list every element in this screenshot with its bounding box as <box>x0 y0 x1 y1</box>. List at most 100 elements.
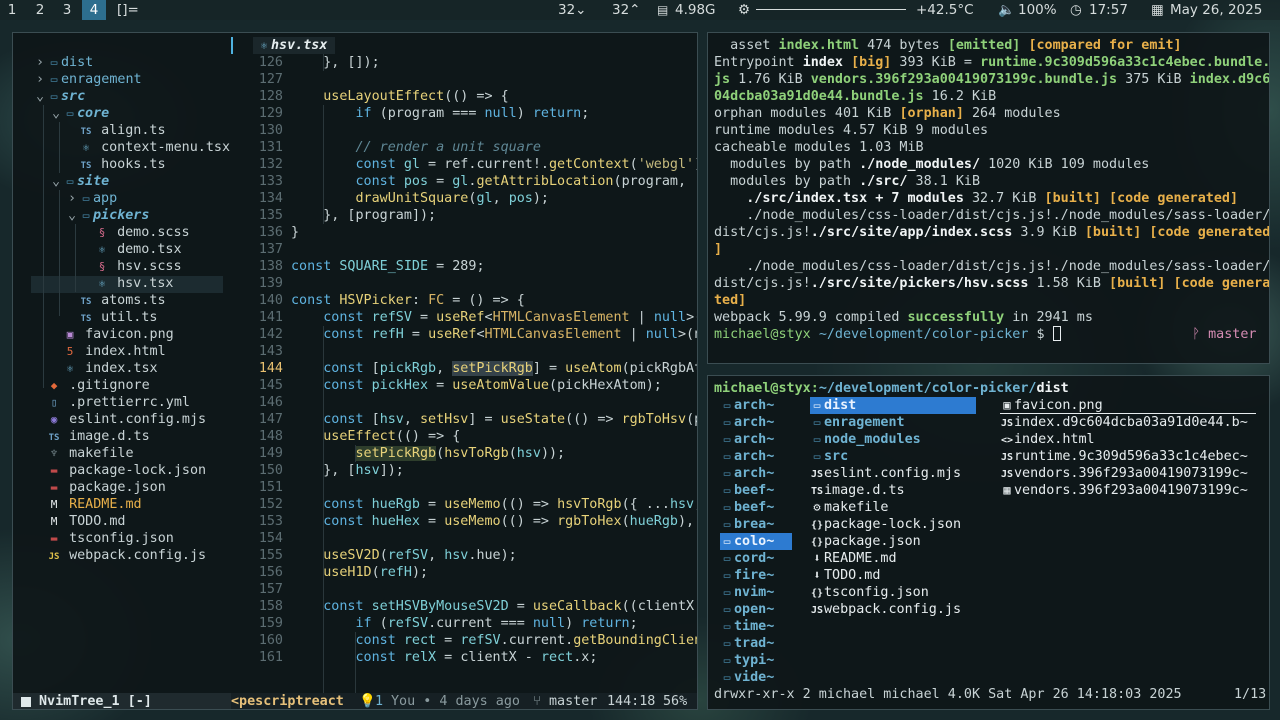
nvim-tree[interactable]: › ▭ dist › ▭ enragement ⌄ ▭ src ⌄ ▭ core TS align.ts… <box>13 33 231 693</box>
code-line[interactable]: // render a unit square <box>291 139 540 156</box>
code-line[interactable]: const [hsv, setHsv] = useState(() => rgb… <box>291 411 697 428</box>
code-line[interactable]: const pos = gl.getAttribLocation(program… <box>291 173 698 190</box>
lf-parent-dir-item[interactable]: ▭ brea~ <box>720 516 792 533</box>
lf-file-item[interactable]: JSeslint.config.mjs <box>810 465 976 482</box>
tree-file-item[interactable]: ▯ .prettierrc.yml <box>33 394 190 411</box>
tree-file-item[interactable]: ⚛ context-menu.tsx <box>65 139 230 156</box>
tree-file-item[interactable]: ⚛ index.tsx <box>49 360 158 377</box>
lf-file-item[interactable]: TSimage.d.ts <box>810 482 976 499</box>
tree-dir-pickers[interactable]: ⌄ ▭ pickers <box>65 207 149 224</box>
lf-preview-item[interactable]: JSvendors.396f293a00419073199c~ <box>1000 465 1248 482</box>
lf-preview-item[interactable]: JSruntime.9c309d596a33c1c4ebec~ <box>1000 448 1248 465</box>
tree-dir-app[interactable]: › ▭ app <box>65 190 117 207</box>
tree-dir-site[interactable]: ⌄ ▭ site <box>49 173 109 190</box>
code-line[interactable]: }, [hsv]); <box>291 462 404 479</box>
lf-preview-item[interactable]: ▦ vendors.396f293a00419073199c~ <box>1000 482 1247 499</box>
workspace-1[interactable]: 1 <box>0 0 24 20</box>
tab-hsv-tsx[interactable]: ⚛ hsv.tsx <box>253 37 336 54</box>
lf-dir-item[interactable]: ▭ enragement <box>810 414 976 431</box>
tree-file-item[interactable]: TS atoms.ts <box>65 292 166 309</box>
lf-parent-dir-item[interactable]: ▭ trad~ <box>720 635 792 652</box>
tree-file-item[interactable]: ⚛ demo.tsx <box>81 241 182 258</box>
lf-file-item[interactable]: {}tsconfig.json <box>810 584 976 601</box>
tree-file-item[interactable]: ▬ tsconfig.json <box>33 530 174 547</box>
tree-file-item[interactable]: TS align.ts <box>65 122 166 139</box>
code-line[interactable]: const [pickRgb, setPickRgb] = useAtom(pi… <box>291 360 697 377</box>
tree-file-item[interactable]: ♆ makefile <box>33 445 134 462</box>
code-line[interactable]: drawUnitSquare(gl, pos); <box>291 190 550 207</box>
workspace-2[interactable]: 2 <box>28 0 52 20</box>
code-line[interactable]: const pickHex = useAtomValue(pickHexAtom… <box>291 377 662 394</box>
tree-file-item[interactable]: M TODO.md <box>33 513 126 530</box>
tree-file-item[interactable]: ◆ .gitignore <box>33 377 150 394</box>
code-line[interactable]: useEffect(() => { <box>291 428 460 445</box>
lf-file-item[interactable]: JSwebpack.config.js <box>810 601 976 618</box>
lf-parent-dir-item[interactable]: ▭ vide~ <box>720 669 792 686</box>
code-line[interactable]: if (program === null) return; <box>291 105 590 122</box>
lf-parent-dir-item[interactable]: ▭ typi~ <box>720 652 792 669</box>
lf-parent-dir-item[interactable]: ▭ beef~ <box>720 499 792 516</box>
tree-file-item[interactable]: M README.md <box>33 496 142 513</box>
code-line[interactable]: const gl = ref.current!.getContext('webg… <box>291 156 698 173</box>
code-line[interactable]: const hueHex = useMemo(() => rgbToHex(hu… <box>291 513 697 530</box>
lf-parent-dir-item[interactable]: ▭ colo~ <box>720 533 792 550</box>
lf-parent-dir-item[interactable]: ▭ open~ <box>720 601 792 618</box>
terminal-webpack[interactable]: asset index.html 474 bytes [emitted] [co… <box>707 32 1270 364</box>
volume-level[interactable]: 100% <box>1018 0 1057 20</box>
tree-file-item[interactable]: ▬ package-lock.json <box>33 462 206 479</box>
tree-dir-enragement[interactable]: › ▭ enragement <box>33 71 142 88</box>
tree-file-item[interactable]: § demo.scss <box>81 224 190 241</box>
tree-file-item[interactable]: TS image.d.ts <box>33 428 150 445</box>
code-line[interactable]: }, [program]); <box>291 207 436 224</box>
code-line[interactable]: const hueRgb = useMemo(() => hsvToRgb({ … <box>291 496 697 513</box>
lf-preview-item[interactable]: ▣ favicon.png <box>1000 397 1256 414</box>
tree-file-item[interactable]: § hsv.scss <box>81 258 182 275</box>
code-line[interactable]: const rect = refSV.current.getBoundingCl… <box>291 632 698 649</box>
code-line[interactable]: useH1D(refH); <box>291 564 428 581</box>
volume-icon[interactable]: 🔈 <box>998 0 1015 20</box>
lf-file-item[interactable]: ⬇ TODO.md <box>810 567 976 584</box>
lf-file-item[interactable]: {}package.json <box>810 533 976 550</box>
tree-file-item[interactable]: ⚛ hsv.tsx <box>81 275 174 292</box>
lf-dir-item[interactable]: ▭ src <box>810 448 976 465</box>
lf-file-item[interactable]: ⚙ makefile <box>810 499 976 516</box>
code-line[interactable]: const setHSVByMouseSV2D = useCallback((c… <box>291 598 697 615</box>
tree-file-item[interactable]: TS util.ts <box>65 309 158 326</box>
code-line[interactable]: const HSVPicker: FC = () => { <box>291 292 525 309</box>
code-line[interactable]: setPickRgb(hsvToRgb(hsv)); <box>291 445 565 462</box>
code-line[interactable]: const relX = clientX - rect.x; <box>291 649 598 666</box>
shell-prompt[interactable]: michael@styx ~/development/color-picker … <box>714 326 1061 343</box>
layout-indicator[interactable]: []= <box>117 0 139 20</box>
code-area[interactable]: 126 }, []); 127 128 useLayoutEffect(() => … <box>231 54 698 693</box>
workspace-4[interactable]: 4 <box>82 0 106 20</box>
lf-file-item[interactable]: {}package-lock.json <box>810 516 976 533</box>
tree-dir-core[interactable]: ⌄ ▭ core <box>49 105 109 122</box>
lf-parent-dir-item[interactable]: ▭ time~ <box>720 618 792 635</box>
editor[interactable]: ⚛ hsv.tsx 126 }, []); 127 128 useLayoutEffe… <box>231 33 698 693</box>
lf-parent-dir-item[interactable]: ▭ fire~ <box>720 567 792 584</box>
code-line[interactable]: const refSV = useRef<HTMLCanvasElement |… <box>291 309 697 326</box>
terminal-file-manager[interactable]: michael@styx:~/development/color-picker/… <box>707 375 1270 710</box>
lf-parent-dir-item[interactable]: ▭ arch~ <box>720 397 792 414</box>
tree-dir-dist[interactable]: › ▭ dist <box>33 54 93 71</box>
lf-parent-dir-item[interactable]: ▭ arch~ <box>720 431 792 448</box>
lf-preview-item[interactable]: <>index.html <box>1000 431 1095 448</box>
lf-parent-dir-item[interactable]: ▭ beef~ <box>720 482 792 499</box>
lf-parent-dir-item[interactable]: ▭ arch~ <box>720 414 792 431</box>
lf-parent-dir-item[interactable]: ▭ arch~ <box>720 448 792 465</box>
nvim-window[interactable]: › ▭ dist › ▭ enragement ⌄ ▭ src ⌄ ▭ core TS align.ts… <box>12 32 698 710</box>
tree-file-item[interactable]: TS hooks.ts <box>65 156 166 173</box>
tree-file-item[interactable]: JS webpack.config.js <box>33 547 207 564</box>
tree-file-item[interactable]: ▬ package.json <box>33 479 166 496</box>
lf-dir-item[interactable]: ▭ node_modules <box>810 431 976 448</box>
code-line[interactable]: const SQUARE_SIDE = 289; <box>291 258 485 275</box>
workspace-3[interactable]: 3 <box>55 0 79 20</box>
lf-file-item[interactable]: ⬇ README.md <box>810 550 976 567</box>
code-line[interactable]: const refH = useRef<HTMLCanvasElement | … <box>291 326 697 343</box>
tree-dir-src[interactable]: ⌄ ▭ src <box>33 88 85 105</box>
tree-file-item[interactable]: ◉ eslint.config.mjs <box>33 411 206 428</box>
tree-file-item[interactable]: 5 index.html <box>49 343 166 360</box>
code-line[interactable]: }, []); <box>291 54 379 71</box>
lf-dir-item[interactable]: ▭ dist <box>810 397 976 414</box>
code-line[interactable]: useSV2D(refSV, hsv.hue); <box>291 547 517 564</box>
